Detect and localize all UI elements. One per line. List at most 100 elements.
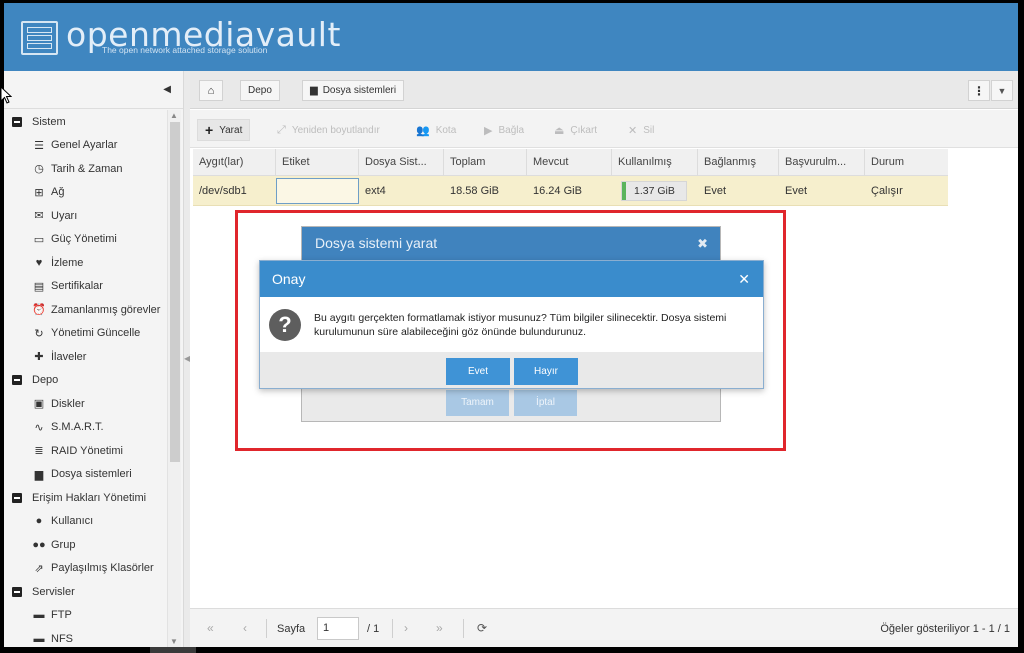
sidebar-item[interactable]: ▭ Güç Yönetimi [4,228,167,252]
database-icon: ≣ [34,445,44,458]
cell-filesystem: ext4 [365,185,386,197]
breadcrumb-label: Dosya sistemleri [322,85,397,96]
label-editor-input[interactable] [276,178,359,204]
resize-button[interactable]: ⤢ Yeniden boyutlandır [270,119,387,141]
users-icon: ●● [32,538,46,551]
puzzle-icon: ✚ [34,351,44,364]
page-total: / 1 [367,623,380,635]
sidebar-item[interactable]: ☰ Genel Ayarlar [4,134,167,158]
breadcrumb-dosya-sistemleri[interactable]: ▆ Dosya sistemleri [302,80,405,101]
sidebar-item[interactable]: ●● Grup [4,533,167,557]
logo-icon [21,21,58,55]
column-header[interactable]: Kullanılmış [612,149,698,176]
clock-icon: ◷ [34,163,44,176]
user-icon: ● [35,515,43,528]
sidebar-item[interactable]: ≣ RAID Yönetimi [4,439,167,463]
next-page-icon[interactable]: › [404,621,408,635]
column-header[interactable]: Başvurulm... [779,149,865,176]
column-header[interactable]: Dosya Sist... [359,149,444,176]
chevron-left-icon[interactable]: ◀ [163,84,171,95]
sidebar-item[interactable]: ▤ Sertifikalar [4,275,167,299]
pulse-icon: ∿ [34,421,44,434]
delete-label: Sil [643,124,655,136]
scroll-thumb[interactable] [170,122,180,462]
sidebar: ◀ Sistem ☰ Genel Ayarlar ◷ Tarih & Zaman ⊞ Ağ ✉… [4,71,184,647]
sidebar-item[interactable]: ∿ S.M.A.R.T. [4,416,167,440]
sidebar-group-eri-im-haklar-y-netimi[interactable]: Erişim Hakları Yönetimi [4,486,167,510]
app-header: openmediavault The open network attached… [4,3,1018,71]
certificate-icon: ▤ [33,280,45,293]
collapse-group-icon[interactable] [12,116,22,127]
envelope-icon: ✉ [34,210,44,223]
sidebar-item[interactable]: ↻ Yönetimi Güncelle [4,322,167,346]
collapse-group-icon[interactable] [12,492,22,503]
create-label: Yarat [219,124,243,136]
quota-label: Kota [435,124,457,136]
play-icon: ▶ [484,124,493,137]
sidebar-item[interactable]: ✚ İlaveler [4,345,167,369]
cell-status: Çalışır [871,185,903,197]
chevron-down-icon[interactable]: ▼ [991,80,1013,101]
column-header[interactable]: Etiket [276,149,359,176]
column-header[interactable]: Durum [865,149,948,176]
sidebar-item[interactable]: ⇗ Paylaşılmış Klasörler [4,557,167,581]
scroll-up-icon[interactable]: ▲ [170,111,178,120]
sidebar-item[interactable]: ▬ FTP [4,604,167,628]
sidebar-item-label: FTP [51,609,72,622]
ftp-icon: ▬ [33,609,45,622]
sidebar-item[interactable]: ▣ Diskler [4,392,167,416]
sidebar-group-label: Erişim Hakları Yönetimi [32,491,147,504]
delete-button[interactable]: ✕ Sil [621,119,661,141]
first-page-icon[interactable]: « [207,621,214,635]
sidebar-item-label: S.M.A.R.T. [51,421,104,434]
cell-total: 18.58 GiB [450,185,499,197]
sliders-icon: ☰ [34,139,44,152]
column-header[interactable]: Mevcut [527,149,612,176]
last-page-icon[interactable]: » [436,621,443,635]
sidebar-group-servisler[interactable]: Servisler [4,580,167,604]
refresh-icon[interactable]: ⟳ [477,621,487,635]
table-row[interactable]: /dev/sdb1 ext4 18.58 GiB 16.24 GiB 1.37 … [193,176,948,206]
sidebar-item[interactable]: ◷ Tarih & Zaman [4,157,167,181]
scroll-down-icon[interactable]: ▼ [170,637,178,646]
folder-icon: ▆ [310,85,318,96]
sidebar-item[interactable]: ▆ Dosya sistemleri [4,463,167,487]
create-button[interactable]: + Yarat [197,119,251,141]
sidebar-item-label: Grup [51,538,76,551]
sidebar-item[interactable]: ⏰ Zamanlanmış görevler [4,298,167,322]
sidebar-item[interactable]: ✉ Uyarı [4,204,167,228]
nfs-icon: ▬ [33,632,45,645]
sidebar-item[interactable]: ⊞ Ağ [4,181,167,205]
sidebar-group-sistem[interactable]: Sistem [4,110,167,134]
sidebar-item[interactable]: ♥ İzleme [4,251,167,275]
sidebar-group-depo[interactable]: Depo [4,369,167,393]
sidebar-item[interactable]: ● Kullanıcı [4,510,167,534]
sidebar-group-label: Servisler [32,585,75,598]
mount-button[interactable]: ▶ Bağla [477,119,531,141]
sidebar-item-label: RAID Yönetimi [51,444,123,457]
expand-icon: ⤢ [277,123,286,136]
column-header[interactable]: Bağlanmış [698,149,779,176]
home-icon[interactable]: ⌂ [199,80,223,101]
page-number-input[interactable]: 1 [317,617,359,640]
collapse-group-icon[interactable] [12,586,22,597]
quota-button[interactable]: 👥 Kota [409,119,463,141]
sidebar-scrollbar[interactable]: ▲ ▼ [167,110,181,647]
column-header[interactable]: Toplam [444,149,527,176]
breadcrumb-depo[interactable]: Depo [240,80,280,101]
kebab-menu-icon[interactable]: ⋮ [968,80,990,101]
cell-referenced: Evet [785,185,808,197]
prev-page-icon[interactable]: ‹ [243,621,247,635]
mouse-cursor-icon [0,86,12,104]
alarm-clock-icon: ⏰ [32,304,46,317]
sidebar-item[interactable]: ▬ NFS [4,627,167,647]
collapse-group-icon[interactable] [12,375,22,386]
pager: « ‹ Sayfa 1 / 1 › » ⟳ Öğeler gösteriliyo… [190,608,1018,647]
sidebar-top: ◀ [4,71,183,109]
sidebar-item-label: İzleme [51,256,84,269]
cell-device: /dev/sdb1 [199,185,247,197]
sidebar-item-label: Ağ [51,186,65,199]
column-header[interactable]: Aygıt(lar) [193,149,276,176]
cell-available: 16.24 GiB [533,185,582,197]
unmount-button[interactable]: ⏏ Çıkart [547,119,604,141]
